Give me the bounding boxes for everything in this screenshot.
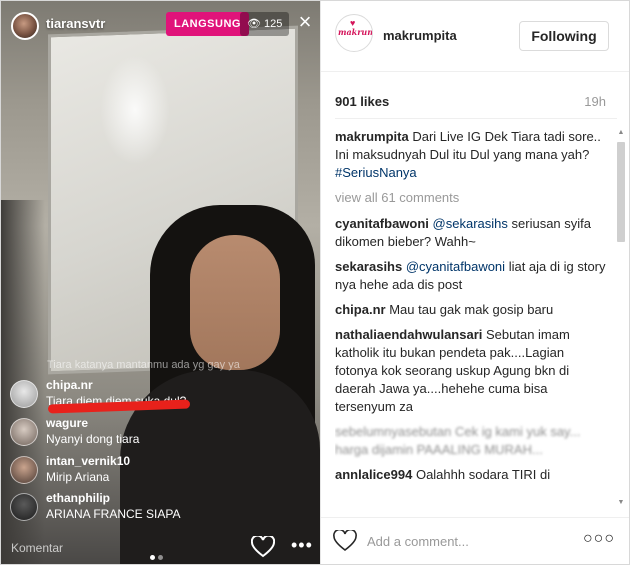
faded-live-comment: Tiara katanya mantanmu ada yg gay ya: [47, 359, 240, 371]
viewer-count-value: 125: [263, 18, 283, 30]
account-logo-text: makrumpita: [338, 27, 372, 37]
caption-hashtag[interactable]: #SeriusNanya: [335, 165, 417, 180]
comment-user[interactable]: nathaliaendahwulansari: [335, 327, 482, 342]
eye-icon: 👁: [247, 18, 261, 30]
more-icon[interactable]: •••: [291, 536, 313, 554]
caption-user[interactable]: makrumpita: [335, 129, 409, 144]
comment-user[interactable]: sekarasihs: [335, 259, 402, 274]
live-comment-text: ARIANA FRANCE SIAPA: [46, 507, 181, 521]
viewer-count: 👁 125: [240, 12, 290, 36]
following-button[interactable]: Following: [519, 21, 609, 51]
caption: makrumpita Dari Live IG Dek Tiara tadi s…: [335, 128, 610, 182]
post-age[interactable]: 19h: [584, 94, 606, 109]
caption-line-1: Dari Live IG Dek Tiara tadi sore..: [412, 129, 601, 144]
live-comment-user[interactable]: chipa.nr: [46, 378, 93, 392]
comment: nathaliaendahwulansari Sebutan imam kath…: [335, 326, 610, 416]
comment-user[interactable]: annlalice994: [335, 467, 412, 482]
blurred-comment: sebelumnyasebutan Cek ig kami yuk say...…: [335, 424, 581, 457]
scroll-down-arrow-icon[interactable]: ▼: [616, 498, 626, 508]
live-comment-text: Mirip Ariana: [46, 470, 110, 484]
comment-user[interactable]: cyanitafbawoni: [335, 216, 429, 231]
divider: [335, 118, 617, 119]
avatar[interactable]: [10, 380, 38, 408]
host-name[interactable]: tiaransvtr: [46, 16, 105, 31]
comment: cyanitafbawoni @sekarasihs seriusan syif…: [335, 215, 610, 251]
live-header: tiaransvtr LANGSUNG 👁 125 ×: [0, 0, 320, 52]
live-comment: ethanphilip ARIANA FRANCE SIAPA: [10, 491, 300, 525]
host-avatar[interactable]: [11, 12, 39, 40]
live-video[interactable]: tiaransvtr LANGSUNG 👁 125 × Tiara katanya…: [0, 0, 320, 565]
comment: sekarasihs @cyanitafbawoni liat aja di i…: [335, 258, 610, 294]
likes-count[interactable]: 901 likes: [335, 94, 389, 109]
post-header: ♥ makrumpita makrumpita Following: [321, 0, 630, 72]
live-comment-user[interactable]: intan_vernik10: [46, 454, 130, 468]
comment-mention[interactable]: @cyanitafbawoni: [406, 259, 505, 274]
scroll-up-arrow-icon[interactable]: ▲: [616, 128, 626, 138]
live-comment-input[interactable]: Komentar: [11, 541, 63, 555]
scroll-thumb[interactable]: [617, 142, 625, 242]
account-name[interactable]: makrumpita: [383, 28, 457, 43]
live-comment: intan_vernik10 Mirip Ariana: [10, 454, 300, 488]
comment-user[interactable]: chipa.nr: [335, 302, 386, 317]
heart-outline-icon[interactable]: [333, 528, 357, 554]
live-footer: Komentar •••: [0, 532, 320, 565]
live-comment-user[interactable]: ethanphilip: [46, 491, 110, 505]
streamer-face: [190, 235, 280, 370]
add-comment-input[interactable]: [367, 530, 567, 552]
more-icon[interactable]: ○○○: [583, 530, 615, 548]
avatar[interactable]: [10, 493, 38, 521]
comment: annlalice994 Oalahhh sodara TIRI di: [335, 466, 610, 484]
light-glare: [100, 55, 170, 165]
comments-scrollbar[interactable]: ▲ ▼: [616, 128, 626, 508]
live-comment: wagure Nyanyi dong tiara: [10, 416, 300, 450]
comment-text: Oalahhh sodara TIRI di: [415, 467, 551, 482]
caption-line-2: Ini maksudnyah Dul itu Dul yang mana yah…: [335, 147, 590, 162]
comment-mention[interactable]: @sekarasihs: [433, 216, 508, 231]
page-dots: [150, 547, 166, 565]
comment: chipa.nr Mau tau gak mak gosip baru: [335, 301, 610, 319]
account-avatar[interactable]: ♥ makrumpita: [335, 14, 373, 52]
live-badge: LANGSUNG: [166, 12, 249, 36]
view-all-comments-link[interactable]: view all 61 comments: [335, 189, 610, 207]
live-comment-user[interactable]: wagure: [46, 416, 88, 430]
heart-icon[interactable]: [250, 534, 276, 560]
post-panel: ♥ makrumpita makrumpita Following 901 li…: [320, 0, 630, 565]
avatar[interactable]: [10, 456, 38, 484]
avatar[interactable]: [10, 418, 38, 446]
comments-list[interactable]: makrumpita Dari Live IG Dek Tiara tadi s…: [335, 128, 610, 508]
live-comment-text: Nyanyi dong tiara: [46, 432, 140, 446]
close-icon[interactable]: ×: [294, 10, 316, 34]
add-comment-bar: ○○○: [321, 517, 630, 565]
comment-text: Mau tau gak mak gosip baru: [389, 302, 554, 317]
